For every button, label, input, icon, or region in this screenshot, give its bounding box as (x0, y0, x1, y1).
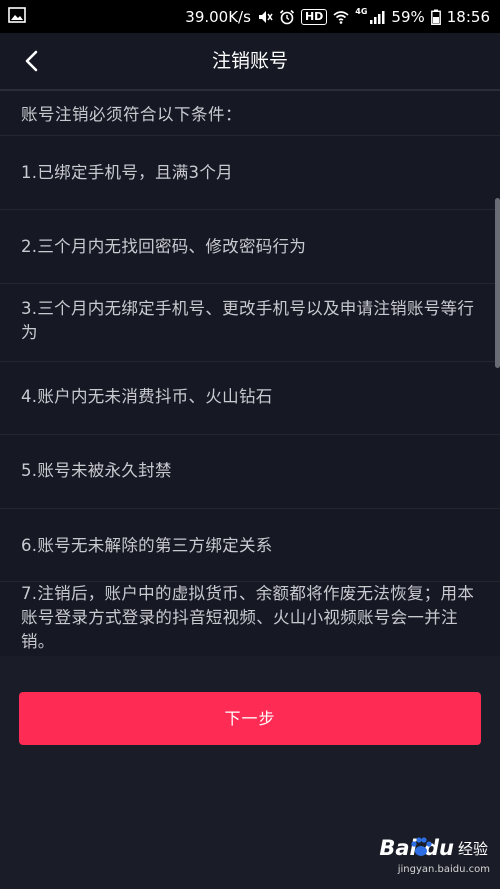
status-bar: 39.00K/s HD 4G 59% 18:56 (0, 0, 500, 33)
battery-percent: 59% (391, 7, 425, 26)
condition-item: 7.注销后，账户中的虚拟货币、余额都将作废无法恢复；用本账号登录方式登录的抖音短… (0, 582, 500, 656)
condition-item: 3.三个月内无绑定手机号、更改手机号以及申请注销账号等行为 (0, 284, 500, 362)
condition-item: 6.账号无未解除的第三方绑定关系 (0, 509, 500, 582)
condition-text: 3.三个月内无绑定手机号、更改手机号以及申请注销账号等行为 (21, 299, 475, 342)
hd-badge: HD (300, 8, 328, 25)
conditions-heading: 账号注销必须符合以下条件： (21, 105, 242, 124)
network-type: 4G (355, 7, 368, 16)
mute-icon (258, 10, 273, 23)
condition-item: 5.账号未被永久封禁 (0, 435, 500, 509)
bottom-action-panel: 下一步 Bai du 经验 jingyan.baidu.com (0, 656, 500, 889)
condition-item: 1.已绑定手机号，且满3个月 (0, 136, 500, 210)
scrollbar[interactable] (495, 198, 500, 368)
condition-text: 2.三个月内无找回密码、修改密码行为 (21, 237, 307, 256)
gallery-notification-icon (8, 7, 26, 23)
wifi-icon (333, 10, 349, 24)
next-step-button[interactable]: 下一步 (19, 692, 481, 745)
signal-icon (370, 10, 385, 24)
page-title: 注销账号 (211, 50, 288, 72)
watermark-suffix: 经验 (457, 840, 488, 858)
alarm-icon (279, 9, 295, 24)
battery-icon (430, 9, 441, 25)
watermark-url: jingyan.baidu.com (397, 864, 490, 875)
condition-text: 1.已绑定手机号，且满3个月 (21, 163, 233, 182)
baidu-jingyan-watermark: Bai du 经验 jingyan.baidu.com (370, 836, 490, 882)
clock: 18:56 (446, 7, 490, 26)
condition-item: 2.三个月内无找回密码、修改密码行为 (0, 210, 500, 284)
condition-text: 4.账户内无未消费抖币、火山钻石 (21, 387, 273, 406)
paw-icon (411, 837, 432, 856)
navigation-bar: 注销账号 (0, 33, 500, 91)
condition-item: 4.账户内无未消费抖币、火山钻石 (0, 362, 500, 435)
condition-text: 7.注销后，账户中的虚拟货币、余额都将作废无法恢复；用本账号登录方式登录的抖音短… (21, 584, 475, 651)
network-speed: 39.00K/s (185, 7, 251, 26)
condition-text: 6.账号无未解除的第三方绑定关系 (21, 536, 273, 555)
condition-text: 5.账号未被永久封禁 (21, 461, 172, 480)
